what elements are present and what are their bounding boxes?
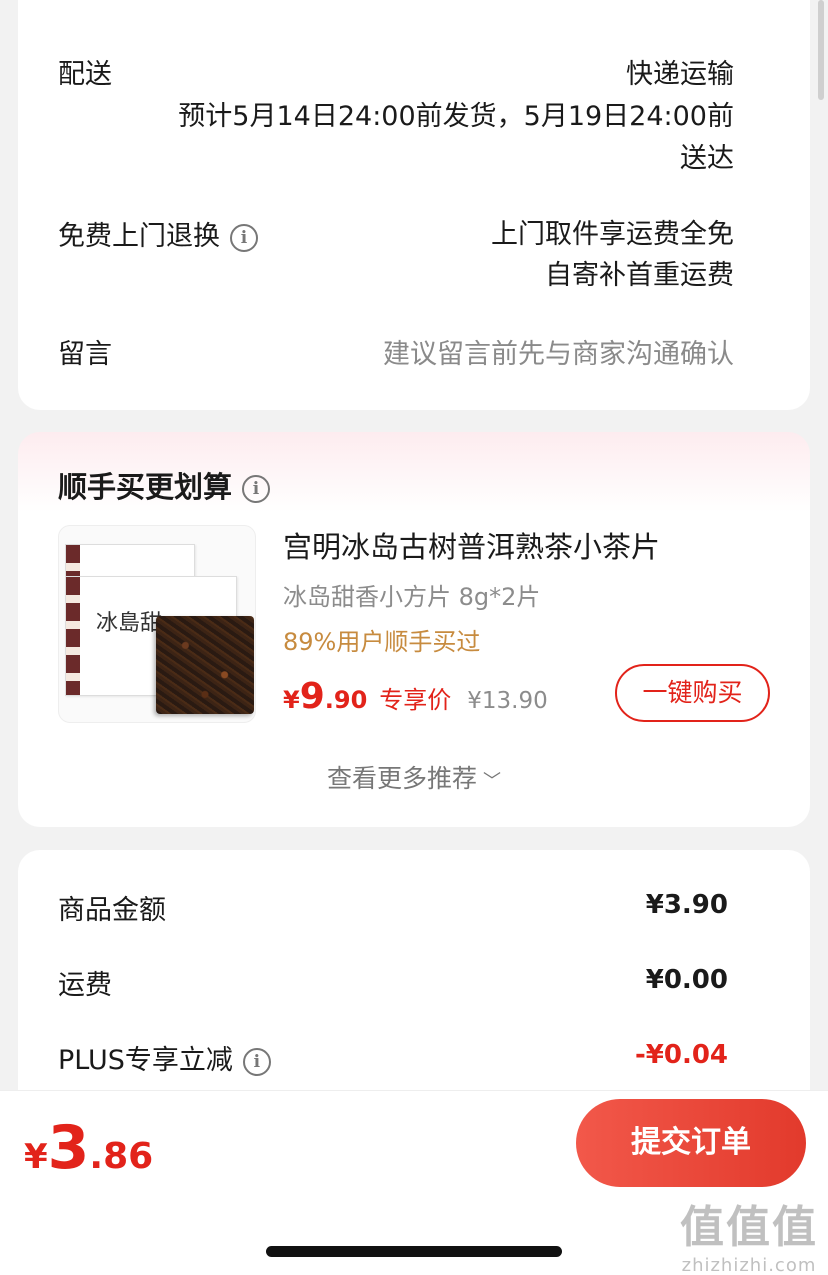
summary-value-shipping: ¥0.00	[645, 965, 728, 995]
product-spec: 冰岛甜香小方片 8g*2片	[283, 583, 541, 611]
product-image[interactable]: 冰島甜	[58, 525, 256, 723]
more-label: 查看更多推荐	[326, 764, 477, 793]
total-currency: ¥	[24, 1137, 48, 1177]
summary-value-plus: -¥0.04	[634, 1040, 728, 1070]
info-icon[interactable]: i	[242, 1047, 271, 1076]
submit-order-button[interactable]: 提交订单	[576, 1099, 806, 1187]
delivery-schedule-line2: 送达	[680, 143, 734, 174]
addon-card: 顺手买更划算 i 冰島甜 宫明冰岛古树普洱熟茶小茶片 冰岛甜香小方片 8g*2片 …	[18, 432, 810, 827]
watermark-big: 值值值	[680, 1202, 818, 1253]
more-recommendations-link[interactable]: 查看更多推荐 ﹀	[18, 759, 810, 795]
summary-label-plus-row: PLUS专享立减 i	[58, 1038, 271, 1077]
original-price: ¥13.90	[467, 688, 548, 714]
info-icon[interactable]: i	[230, 223, 258, 252]
info-icon[interactable]: i	[242, 475, 271, 503]
product-name[interactable]: 宫明冰岛古树普洱熟茶小茶片	[283, 524, 660, 566]
addon-title: 顺手买更划算	[58, 470, 233, 504]
total-price: ¥3.86	[24, 1113, 153, 1183]
product-price: ¥9.90 专享价 ¥13.90	[283, 676, 548, 717]
return-line1: 上门取件享运费全免	[491, 219, 734, 250]
home-indicator[interactable]	[266, 1246, 562, 1257]
delivery-method[interactable]: 快递运输	[626, 52, 734, 91]
scrollbar[interactable]	[818, 0, 824, 100]
summary-label-plus: PLUS专享立减	[58, 1045, 233, 1076]
return-label: 免费上门退换	[58, 221, 220, 252]
price-int: 9	[299, 676, 325, 717]
total-int: 3	[47, 1113, 90, 1183]
summary-label-goods: 商品金额	[58, 895, 166, 926]
watermark-small: zhizhizhi.com	[681, 1255, 817, 1275]
message-label: 留言	[58, 339, 112, 370]
addon-title-row: 顺手买更划算 i	[58, 464, 271, 506]
delivery-schedule-line1: 预计5月14日24:00前发货，5月19日24:00前	[178, 101, 734, 132]
message-input[interactable]: 建议留言前先与商家沟通确认	[383, 332, 734, 371]
return-line2: 自寄补首重运费	[545, 260, 734, 291]
delivery-label: 配送	[58, 59, 112, 90]
watermark: 值值值 zhizhizhi.com	[680, 1191, 818, 1275]
total-dec: .86	[89, 1136, 154, 1177]
package-label: 冰島甜	[96, 611, 163, 636]
summary-label-shipping: 运费	[58, 970, 112, 1001]
price-dec: .90	[324, 686, 368, 714]
summary-value-goods: ¥3.90	[645, 890, 728, 920]
product-buyers: 89%用户顺手买过	[283, 628, 481, 656]
price-currency: ¥	[283, 686, 300, 714]
tea-cake	[156, 616, 254, 714]
one-click-buy-button[interactable]: 一键购买	[615, 664, 770, 722]
return-label-row: 免费上门退换 i	[58, 214, 258, 253]
chevron-down-icon: ﹀	[483, 771, 501, 792]
delivery-card: 配送 快递运输 预计5月14日24:00前发货，5月19日24:00前 送达 免…	[18, 0, 810, 410]
checkout-bar: ¥3.86 提交订单 值值值 zhizhizhi.com	[0, 1090, 828, 1275]
price-tag: 专享价	[379, 686, 452, 714]
